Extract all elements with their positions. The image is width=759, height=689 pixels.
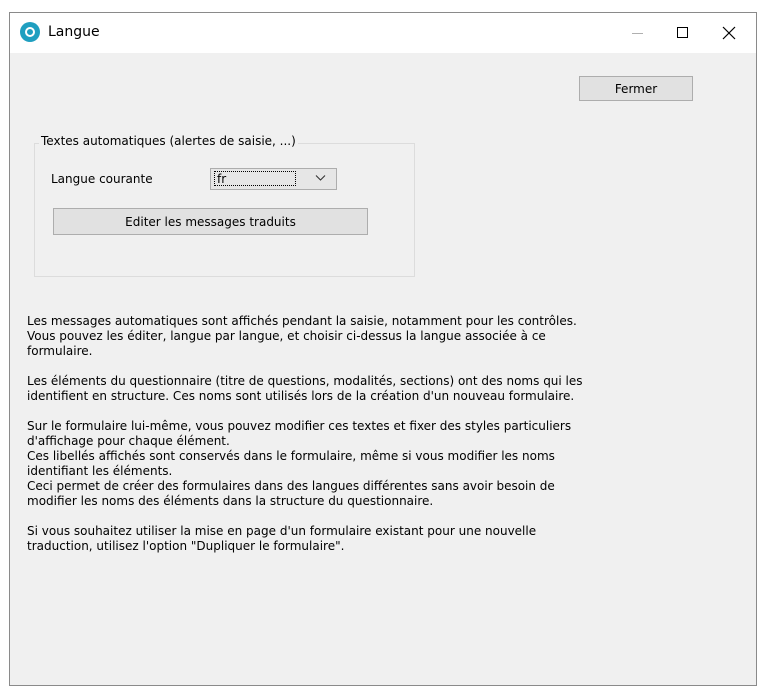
edit-messages-button[interactable]: Editer les messages traduits	[53, 208, 368, 235]
close-icon	[722, 26, 736, 40]
chevron-down-icon	[315, 175, 326, 181]
language-select-value: fr	[214, 171, 296, 186]
language-label: Langue courante	[51, 172, 153, 186]
fermer-button[interactable]: Fermer	[579, 76, 693, 101]
info-text: Les messages automatiques sont affichés …	[27, 314, 747, 569]
close-button[interactable]	[706, 13, 752, 53]
info-paragraph: Si vous souhaitez utiliser la mise en pa…	[27, 524, 537, 553]
language-dialog: Langue Fermer Textes automatiques (alert…	[9, 12, 757, 686]
info-paragraph: Les éléments du questionnaire (titre de …	[27, 374, 583, 403]
app-icon	[20, 22, 40, 42]
title-bar[interactable]: Langue	[10, 13, 756, 53]
group-legend: Textes automatiques (alertes de saisie, …	[39, 134, 298, 148]
info-paragraph: Sur le formulaire lui-même, vous pouvez …	[27, 419, 572, 508]
language-select[interactable]: fr	[210, 168, 337, 190]
info-paragraph: Les messages automatiques sont affichés …	[27, 314, 577, 358]
maximize-button[interactable]	[660, 13, 706, 53]
minimize-button[interactable]	[614, 13, 660, 53]
window-title: Langue	[48, 24, 100, 40]
